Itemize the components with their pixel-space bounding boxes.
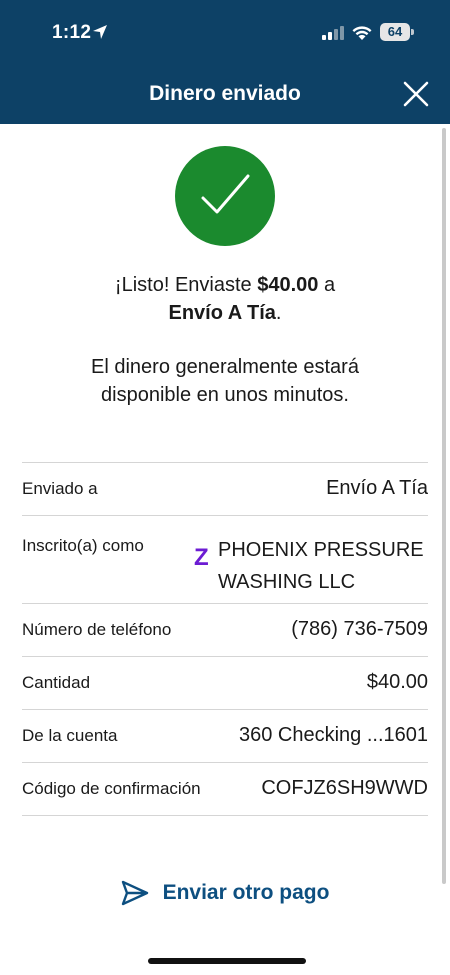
detail-row-enrolled-as: Inscrito(a) como Z PHOENIX PRESSURE WASH… [22,516,428,604]
message-period: . [275,302,282,324]
battery-tip [411,29,414,35]
detail-row-sent-to: Enviado a Envío A Tía [22,463,428,516]
detail-row-phone: Número de teléfono (786) 736-7509 [22,604,428,657]
availability-message: El dinero generalmente estará disponible… [91,356,359,406]
transfer-details: Enviado a Envío A Tía Inscrito(a) como Z… [22,462,428,816]
checkmark-icon [201,174,250,214]
sent-amount: $40.00 [257,274,319,296]
status-bar: 1:12 64 [0,0,450,68]
battery-icon: 64 [380,23,410,41]
message-suffix: a [318,274,336,296]
page-title: Dinero enviado [149,82,301,105]
header: Dinero enviado [0,68,450,124]
send-icon [121,880,148,906]
account-value: 360 Checking ...1601 [238,724,428,746]
detail-row-account: De la cuenta 360 Checking ...1601 [22,710,428,763]
recipient-name: Envío A Tía [168,302,276,324]
send-another-payment-label: Enviar otro pago [162,881,330,904]
confirmation-message: ¡Listo! Enviaste $40.00 a Envío A Tía. [0,271,450,327]
detail-row-confirmation-code: Código de confirmación COFJZ6SH9WWD [22,763,428,816]
close-icon[interactable] [402,80,430,108]
location-arrow-icon [93,25,107,39]
sent-to-value: Envío A Tía [326,477,428,499]
amount-value: $40.00 [366,671,428,693]
message-prefix: ¡Listo! Enviaste [114,274,258,296]
send-another-payment-button[interactable]: Enviar otro pago [0,880,450,906]
battery-level: 64 [387,24,403,39]
detail-row-amount: Cantidad $40.00 [22,657,428,710]
phone-value: (786) 736-7509 [291,618,428,640]
wifi-icon [352,26,372,40]
home-indicator[interactable] [148,958,306,964]
success-badge [175,146,275,246]
scrollbar[interactable] [442,128,446,884]
enrolled-as-label: Inscrito(a) como [22,536,144,555]
zelle-icon: Z [194,544,209,571]
confirmation-code-label: Código de confirmación [22,779,201,798]
account-label: De la cuenta [22,726,118,745]
enrolled-as-value: PHOENIX PRESSURE WASHING LLC [218,539,424,593]
amount-label: Cantidad [22,673,91,692]
status-time: 1:12 [52,22,92,43]
signal-icon [322,26,344,40]
phone-label: Número de teléfono [22,620,172,639]
confirmation-code-value: COFJZ6SH9WWD [261,777,428,799]
sent-to-label: Enviado a [22,479,98,498]
